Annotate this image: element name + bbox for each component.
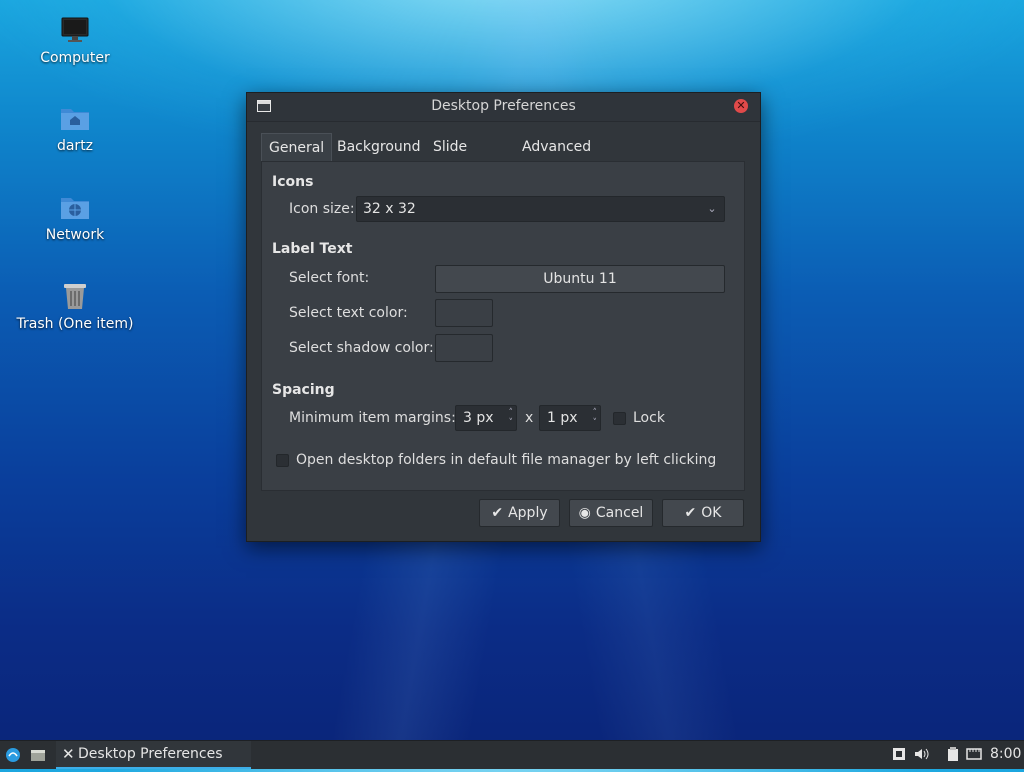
margin-y-spinbox[interactable]: 1 px ˄ ˅: [539, 405, 601, 431]
apply-label: Apply: [508, 505, 548, 521]
desktop-icon: [31, 750, 45, 761]
minimum-item-margins-label: Minimum item margins:: [289, 410, 456, 426]
spin-up-icon[interactable]: ˄: [509, 409, 514, 418]
checkmark-icon: ✔: [491, 505, 504, 521]
cancel-button[interactable]: ◉ Cancel: [569, 499, 653, 527]
task-label: Desktop Preferences: [78, 746, 223, 762]
icons-heading: Icons: [272, 174, 314, 190]
ok-button[interactable]: ✔ OK: [662, 499, 744, 527]
select-shadow-color-label: Select shadow color:: [289, 340, 434, 356]
dialog-title: Desktop Preferences: [431, 98, 576, 114]
desktop-icon-trash[interactable]: Trash (One item): [5, 280, 145, 332]
desktop-icon-home[interactable]: dartz: [5, 102, 145, 154]
select-font-label: Select font:: [289, 270, 370, 286]
desktop-icon-label: dartz: [56, 138, 94, 154]
spin-down-icon[interactable]: ˅: [593, 419, 598, 428]
desktop-icon-label: Trash (One item): [16, 316, 134, 332]
volume-icon[interactable]: [914, 741, 932, 769]
select-text-color-label: Select text color:: [289, 305, 408, 321]
titlebar[interactable]: Desktop Preferences ✕: [247, 93, 760, 122]
clipboard-icon[interactable]: [946, 741, 960, 769]
lock-label: Lock: [633, 410, 665, 426]
checkmark-icon: ✔: [684, 505, 697, 521]
open-folders-checkbox[interactable]: [276, 454, 289, 467]
general-panel: Icons Icon size: 32 x 32 ⌄ Label Text Se…: [261, 161, 745, 491]
spin-down-icon[interactable]: ˅: [509, 419, 514, 428]
icon-size-value: 32 x 32: [363, 201, 416, 217]
desktop-icon-computer[interactable]: Computer: [5, 14, 145, 66]
trash-icon: [59, 280, 91, 312]
tab-background[interactable]: Background: [330, 133, 428, 161]
show-desktop-button[interactable]: [30, 741, 48, 769]
close-icon: ✕: [736, 99, 746, 112]
lxqt-logo-icon: [6, 748, 20, 762]
taskbar: ✕ Desktop Preferences 8:00: [0, 740, 1024, 769]
tab-general[interactable]: General: [261, 133, 333, 161]
margin-separator: x: [525, 410, 534, 426]
screenshot-icon[interactable]: [892, 741, 906, 769]
desktop-icon-network[interactable]: Network: [5, 191, 145, 243]
apply-button[interactable]: ✔ Apply: [479, 499, 560, 527]
monitor-icon: [59, 14, 91, 46]
clock[interactable]: 8:00: [990, 741, 1021, 769]
cancel-circle-icon: ◉: [578, 505, 591, 521]
spacing-heading: Spacing: [272, 382, 335, 398]
lock-checkbox[interactable]: [613, 412, 626, 425]
desktop-preferences-dialog: Desktop Preferences ✕ General Background…: [246, 92, 761, 542]
network-icon[interactable]: [966, 741, 982, 769]
margin-x-spinbox[interactable]: 3 px ˄ ˅: [455, 405, 517, 431]
chevron-down-icon: ⌄: [707, 202, 717, 215]
cancel-label: Cancel: [595, 505, 644, 521]
margin-y-value: 1 px: [547, 410, 578, 426]
select-font-button[interactable]: Ubuntu 11: [435, 265, 725, 293]
tab-slide-show[interactable]: Slide Show: [426, 133, 478, 183]
label-text-heading: Label Text: [272, 241, 353, 257]
icon-size-select[interactable]: 32 x 32 ⌄: [356, 196, 725, 222]
spin-up-icon[interactable]: ˄: [593, 409, 598, 418]
text-color-button[interactable]: [435, 299, 493, 327]
home-folder-icon: [59, 102, 91, 134]
ok-label: OK: [701, 505, 722, 521]
app-menu-button[interactable]: [5, 741, 23, 769]
desktop-icon-label: Computer: [40, 50, 110, 66]
task-app-icon: ✕: [62, 745, 75, 763]
icon-size-label: Icon size:: [289, 201, 355, 217]
shadow-color-button[interactable]: [435, 334, 493, 362]
tab-advanced[interactable]: Advanced: [515, 133, 598, 161]
margin-x-value: 3 px: [463, 410, 494, 426]
open-folders-label: Open desktop folders in default file man…: [296, 452, 717, 468]
close-button[interactable]: ✕: [734, 99, 748, 113]
network-folder-icon: [59, 191, 91, 223]
desktop-icon-label: Network: [45, 227, 105, 243]
